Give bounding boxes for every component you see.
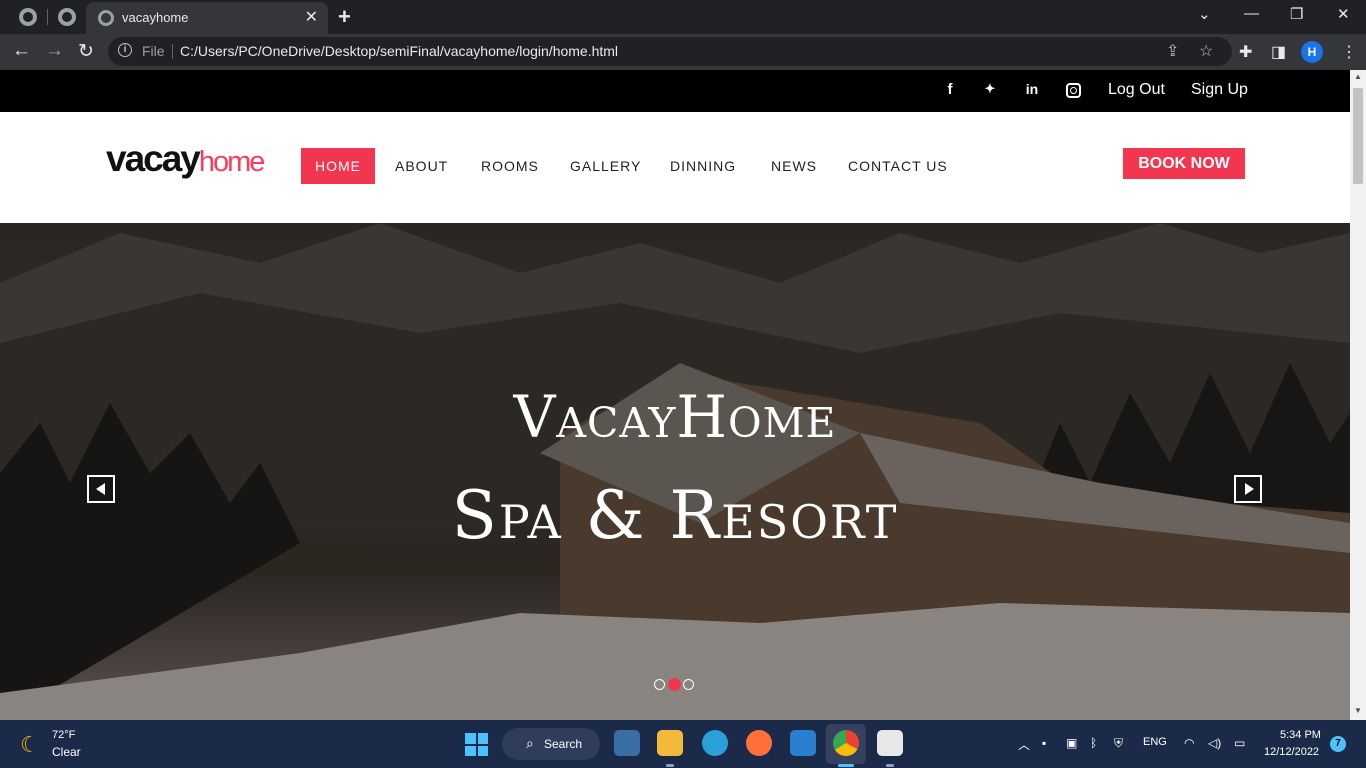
search-label: Search xyxy=(544,737,583,751)
tray-app-icon[interactable]: ▪ xyxy=(1042,736,1046,750)
scroll-up-arrow-icon[interactable]: ▲ xyxy=(1354,72,1362,81)
hero-title: VacayHome xyxy=(513,383,837,451)
store-icon[interactable] xyxy=(614,730,640,756)
browser-tab-bar: vacayhome ✕ + ⌄ — ❐ ✕ xyxy=(0,0,1366,34)
logo-sub-text: home xyxy=(198,146,266,178)
scrollbar-thumb[interactable] xyxy=(1353,88,1363,184)
running-indicator xyxy=(886,764,894,767)
back-icon[interactable]: ← xyxy=(12,40,31,62)
edge-icon[interactable] xyxy=(702,730,728,756)
book-now-button[interactable]: BOOK NOW xyxy=(1123,148,1245,179)
volume-icon[interactable]: ◁) xyxy=(1208,736,1221,750)
site-logo[interactable]: vacayhome xyxy=(106,138,266,180)
nav-contact-us[interactable]: CONTACT US xyxy=(834,148,962,184)
top-bar: f ✦ in Log Out Sign Up xyxy=(0,70,1350,112)
info-icon[interactable]: i xyxy=(118,43,132,57)
twitter-icon[interactable]: ✦ xyxy=(980,81,1000,97)
bookmark-star-icon[interactable]: ☆ xyxy=(1199,41,1213,61)
clock-time[interactable]: 5:34 PM xyxy=(1280,729,1321,741)
scheme-label: File xyxy=(142,43,165,59)
page-scrollbar[interactable]: ▲ ▼ xyxy=(1350,70,1366,720)
tab-separator xyxy=(47,9,48,25)
slider-prev-arrow-icon[interactable] xyxy=(87,475,115,503)
start-windows-icon[interactable] xyxy=(465,733,488,756)
battery-icon[interactable]: ▭ xyxy=(1234,736,1245,750)
moon-weather-icon[interactable]: ☾ xyxy=(20,732,40,758)
running-indicator xyxy=(666,764,674,767)
extensions-puzzle-icon[interactable]: ✚ xyxy=(1239,42,1252,62)
share-icon[interactable]: ⇪ xyxy=(1166,41,1179,61)
logout-link[interactable]: Log Out xyxy=(1108,81,1165,99)
hero-subtitle: Spa & Resort xyxy=(451,477,899,554)
side-panel-icon[interactable]: ◨ xyxy=(1271,42,1286,62)
globe-icon xyxy=(98,10,114,26)
close-window-icon[interactable]: ✕ xyxy=(1337,5,1350,23)
signup-link[interactable]: Sign Up xyxy=(1191,81,1248,99)
menu-kebab-icon[interactable]: ⋮ xyxy=(1341,42,1357,62)
nav-about[interactable]: ABOUT xyxy=(381,148,462,184)
hero-slider: VacayHome Spa & Resort xyxy=(0,223,1350,720)
taskbar-search[interactable]: ⌕ Search xyxy=(502,728,600,760)
tray-app-icon[interactable]: ▣ xyxy=(1066,736,1077,750)
wifi-icon[interactable]: ◠ xyxy=(1184,736,1194,750)
reload-icon[interactable]: ↻ xyxy=(78,40,94,63)
chrome-icon[interactable] xyxy=(833,730,859,756)
minimize-icon[interactable]: — xyxy=(1244,5,1259,22)
address-bar[interactable]: i File C:/Users/PC/OneDrive/Desktop/semi… xyxy=(108,37,1232,66)
language-indicator[interactable]: ENG xyxy=(1143,736,1167,748)
linkedin-icon[interactable]: in xyxy=(1022,81,1042,97)
url-text[interactable]: C:/Users/PC/OneDrive/Desktop/semiFinal/v… xyxy=(180,43,618,59)
profile-avatar[interactable]: H xyxy=(1301,41,1323,63)
security-shield-icon[interactable]: ⛨ xyxy=(1114,736,1123,751)
vscode-icon[interactable] xyxy=(790,730,816,756)
logo-main-text: vacay xyxy=(106,138,201,179)
site-header: vacayhome HOME ABOUT ROOMS GALLERY DINNI… xyxy=(0,112,1350,223)
weather-condition[interactable]: Clear xyxy=(52,745,81,759)
instagram-icon[interactable] xyxy=(1066,83,1081,98)
pinned-tab-globe-icon[interactable] xyxy=(19,8,37,26)
snipping-tool-icon[interactable] xyxy=(877,730,903,756)
slider-dot[interactable] xyxy=(683,679,694,690)
nav-rooms[interactable]: ROOMS xyxy=(467,148,553,184)
close-tab-icon[interactable]: ✕ xyxy=(305,7,318,27)
forward-icon[interactable]: → xyxy=(45,40,64,62)
nav-home[interactable]: HOME xyxy=(301,148,375,184)
facebook-icon[interactable]: f xyxy=(940,81,960,98)
pinned-tab-globe-icon[interactable] xyxy=(58,8,76,26)
active-indicator xyxy=(838,764,854,767)
browser-toolbar: ← → ↻ i File C:/Users/PC/OneDrive/Deskto… xyxy=(0,34,1366,70)
tab-title: vacayhome xyxy=(122,10,189,25)
firefox-icon[interactable] xyxy=(746,730,772,756)
clock-date[interactable]: 12/12/2022 xyxy=(1264,746,1319,758)
notification-badge[interactable]: 7 xyxy=(1330,736,1346,752)
nav-dinning[interactable]: DINNING xyxy=(656,148,750,184)
search-icon: ⌕ xyxy=(526,735,534,751)
show-hidden-icons-chevron-icon[interactable]: ︿ xyxy=(1018,736,1030,753)
hero-background-image xyxy=(0,223,1350,720)
tab-search-chevron-icon[interactable]: ⌄ xyxy=(1198,5,1211,23)
scroll-down-arrow-icon[interactable]: ▼ xyxy=(1354,706,1362,715)
slider-next-arrow-icon[interactable] xyxy=(1234,475,1262,503)
restore-icon[interactable]: ❐ xyxy=(1290,5,1303,23)
windows-taskbar: ☾ 72°F Clear ⌕ Search ︿ ▪ ▣ ᛒ ⛨ ENG ◠ ◁)… xyxy=(0,720,1366,768)
bluetooth-icon[interactable]: ᛒ xyxy=(1090,736,1097,750)
web-page: f ✦ in Log Out Sign Up vacayhome HOME AB… xyxy=(0,70,1350,720)
active-tab[interactable]: vacayhome ✕ xyxy=(86,2,328,34)
new-tab-button[interactable]: + xyxy=(338,4,351,30)
omnibox-separator xyxy=(172,44,173,59)
slider-dot[interactable] xyxy=(654,679,665,690)
weather-temperature[interactable]: 72°F xyxy=(52,729,75,741)
nav-gallery[interactable]: GALLERY xyxy=(556,148,655,184)
file-explorer-icon[interactable] xyxy=(657,730,683,756)
nav-news[interactable]: NEWS xyxy=(757,148,831,184)
slider-dot-active[interactable] xyxy=(668,678,681,691)
